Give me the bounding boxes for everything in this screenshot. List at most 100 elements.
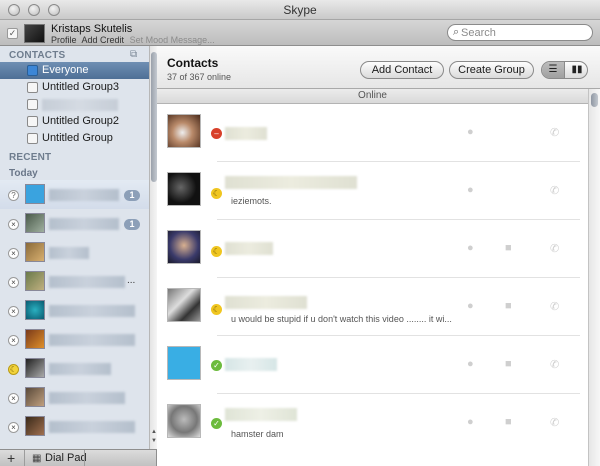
group-icon <box>27 99 38 110</box>
video-icon[interactable]: ■ <box>505 300 512 312</box>
recent-item[interactable]: ☾ <box>0 354 149 383</box>
contact-row[interactable]: ☾ u would be stupid if u don't watch thi… <box>157 278 588 336</box>
separator <box>84 450 85 466</box>
close-icon[interactable]: × <box>8 306 19 317</box>
create-group-button[interactable]: Create Group <box>449 61 534 79</box>
chat-icon[interactable]: ● <box>467 126 474 138</box>
blurred-contact-name <box>225 358 277 371</box>
recent-item[interactable]: × <box>0 383 149 412</box>
sidebar: CONTACTS ⧉ Everyone Untitled Group3 Unti… <box>0 46 157 449</box>
today-label: Today <box>9 168 38 179</box>
chat-icon[interactable]: ● <box>467 300 474 312</box>
blurred-contact-name <box>225 176 357 189</box>
online-status-icon: ✓ <box>211 360 222 371</box>
call-icon[interactable]: ✆ <box>550 300 559 313</box>
contact-row[interactable]: ☾ ieziemots. ● ✆ <box>157 162 588 220</box>
group-icon <box>27 133 38 144</box>
avatar <box>25 358 45 378</box>
online-status-icon[interactable]: ✓ <box>7 28 18 39</box>
contact-mood: hamster dam <box>231 429 284 439</box>
avatar <box>167 346 201 380</box>
avatar <box>167 114 201 148</box>
chat-icon[interactable]: ● <box>467 242 474 254</box>
call-icon[interactable]: ✆ <box>550 184 559 197</box>
avatar <box>167 404 201 438</box>
page-title: Contacts <box>167 56 219 70</box>
add-button[interactable]: + <box>7 450 15 466</box>
contacts-header: Contacts 37 of 367 online Add Contact Cr… <box>157 46 600 89</box>
group-label: Everyone <box>42 64 89 76</box>
blurred-group-name <box>42 99 118 111</box>
mood-message-field[interactable]: Set Mood Message... <box>130 35 215 45</box>
list-view-icon[interactable]: ☰ <box>542 62 565 78</box>
recent-item[interactable]: × <box>0 296 149 325</box>
recent-item[interactable]: × 1 <box>0 209 149 238</box>
video-icon[interactable]: ■ <box>505 358 512 370</box>
view-toggle: ☰ ▮▮ <box>541 61 588 79</box>
recent-item[interactable]: × <box>0 325 149 354</box>
avatar <box>167 288 201 322</box>
close-icon[interactable]: × <box>8 335 19 346</box>
chat-icon[interactable]: ● <box>467 416 474 428</box>
group-label: Untitled Group <box>42 132 113 144</box>
close-icon[interactable]: × <box>8 219 19 230</box>
call-icon[interactable]: ✆ <box>550 416 559 429</box>
avatar <box>167 230 201 264</box>
call-icon[interactable]: ✆ <box>550 242 559 255</box>
avatar <box>25 184 45 204</box>
close-icon[interactable]: × <box>8 393 19 404</box>
call-icon[interactable]: ✆ <box>550 126 559 139</box>
group-untitled-group3[interactable]: Untitled Group3 <box>0 79 149 96</box>
tile-view-icon[interactable]: ▮▮ <box>566 62 587 78</box>
blurred-name <box>49 218 119 230</box>
contact-row[interactable]: ✓ ● ■ ✆ <box>157 336 588 394</box>
recent-item[interactable]: ? 1 <box>0 180 149 209</box>
online-status-icon: ✓ <box>211 418 222 429</box>
contacts-panel: Contacts 37 of 367 online Add Contact Cr… <box>157 46 600 466</box>
recent-item[interactable]: × ... <box>0 267 149 296</box>
add-contact-button[interactable]: Add Contact <box>360 61 444 79</box>
close-icon[interactable]: × <box>8 422 19 433</box>
contacts-scroll-thumb[interactable] <box>591 93 598 107</box>
close-icon[interactable]: × <box>8 248 19 259</box>
chat-icon[interactable]: ● <box>467 358 474 370</box>
contact-mood: u would be stupid if u don't watch this … <box>231 314 452 324</box>
recent-item[interactable]: × <box>0 238 149 267</box>
video-icon[interactable]: ■ <box>505 242 512 254</box>
contact-row[interactable]: – ● ✆ <box>157 104 588 162</box>
blurred-name <box>49 363 111 375</box>
close-icon[interactable]: × <box>8 277 19 288</box>
blurred-name <box>49 334 135 346</box>
contact-row[interactable]: ☾ ● ■ ✆ <box>157 220 588 278</box>
contacts-scrollbar[interactable] <box>588 89 600 466</box>
blurred-contact-name <box>225 242 273 255</box>
profile-link[interactable]: Profile <box>51 35 77 45</box>
chat-icon[interactable]: ● <box>467 184 474 196</box>
avatar <box>25 242 45 262</box>
account-toolbar: ✓ Kristaps Skutelis Profile Add Credit S… <box>0 20 600 46</box>
video-icon[interactable]: ■ <box>505 416 512 428</box>
unread-badge: 1 <box>124 219 140 230</box>
search-field[interactable]: ⌕ Search <box>447 24 593 41</box>
recent-item[interactable]: × <box>0 412 149 441</box>
group-label: Untitled Group3 <box>42 81 120 93</box>
away-status-icon: ☾ <box>211 188 222 199</box>
group-everyone[interactable]: Everyone <box>0 62 149 79</box>
call-icon[interactable]: ✆ <box>550 358 559 371</box>
title-bar: Skype <box>0 0 600 20</box>
add-credit-link[interactable]: Add Credit <box>82 35 125 45</box>
blurred-name <box>49 421 135 433</box>
group-untitled-group[interactable]: Untitled Group <box>0 130 149 147</box>
avatar <box>25 213 45 233</box>
dial-pad-button[interactable]: Dial Pad <box>45 452 87 464</box>
group-icon <box>27 82 38 93</box>
online-section-header: Online <box>157 89 588 104</box>
group-hidden[interactable] <box>0 96 149 113</box>
my-avatar[interactable] <box>24 24 45 43</box>
sidebar-scrollbar[interactable]: ▲ ▼ <box>149 46 157 449</box>
window-title: Skype <box>283 3 317 17</box>
new-group-icon[interactable]: ⧉ <box>130 49 137 60</box>
contact-row[interactable]: ✓ hamster dam ● ■ ✆ <box>157 394 588 452</box>
group-untitled-group2[interactable]: Untitled Group2 <box>0 113 149 130</box>
recent-section-header: RECENT <box>9 152 52 163</box>
